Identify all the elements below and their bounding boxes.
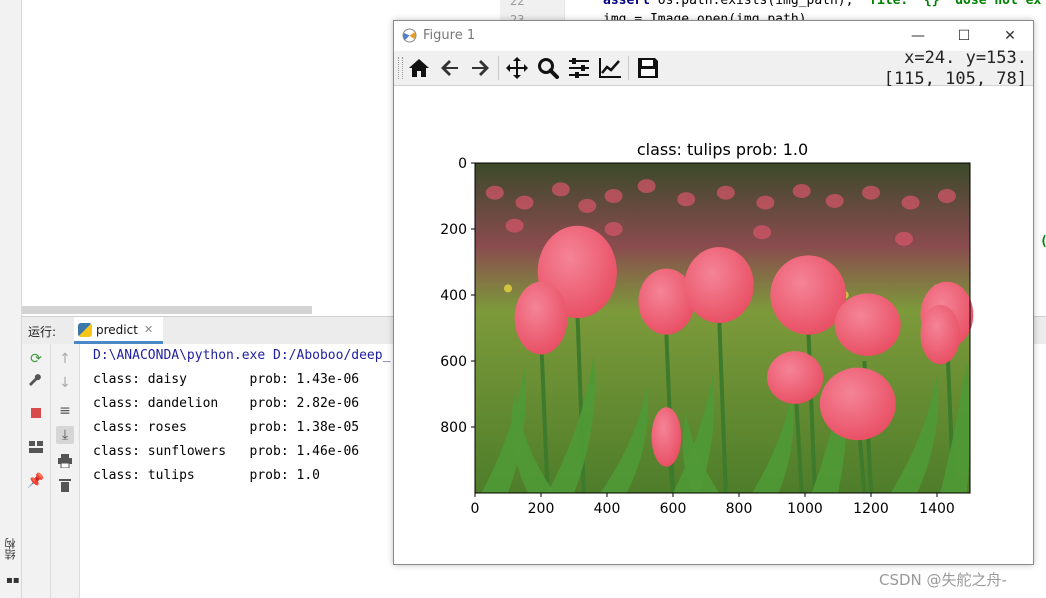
- code-line: assert os.path.exists(img_path), "file: …: [603, 0, 1041, 8]
- tulip-blossom: [514, 281, 568, 355]
- plot-title: class: tulips prob: 1.0: [637, 140, 808, 159]
- stop-icon[interactable]: [27, 406, 45, 424]
- background-blossom: [578, 198, 597, 213]
- background-blossom: [901, 195, 920, 210]
- toolbar-separator: [498, 56, 499, 80]
- close-button[interactable]: ✕: [987, 21, 1033, 51]
- close-tab-icon[interactable]: ✕: [144, 323, 153, 336]
- y-tick-label: 400: [440, 288, 467, 304]
- background-blossom: [862, 185, 880, 200]
- matplotlib-icon: [402, 28, 417, 43]
- tulip-blossom: [834, 293, 901, 357]
- background-blossom: [756, 195, 775, 210]
- coordinate-readout: x=24. y=153. [115, 105, 78]: [883, 48, 1027, 89]
- up-arrow-icon[interactable]: ↑: [56, 350, 74, 368]
- watermark: CSDN @失舵之舟-: [879, 571, 1007, 589]
- figure-toolbar: x=24. y=153. [115, 105, 78]: [394, 48, 1033, 89]
- rerun-icon[interactable]: ⟳: [27, 350, 45, 368]
- x-tick-label: 800: [726, 501, 753, 517]
- forward-icon[interactable]: [468, 56, 492, 80]
- background-blossom: [937, 189, 956, 203]
- code-text: os.path.exists(img_path),: [649, 0, 862, 8]
- run-toolbar-secondary: ↑ ↓ ≡ ⤓: [51, 344, 80, 598]
- zoom-icon[interactable]: [536, 56, 560, 80]
- editor-horizontal-scrollbar[interactable]: [22, 306, 312, 314]
- x-tick-label: 200: [528, 501, 555, 517]
- background-blossom: [753, 225, 772, 240]
- background-blossom: [895, 231, 913, 246]
- trash-icon[interactable]: [56, 478, 74, 496]
- code-string: "file: '{}' dose not ex: [861, 0, 1042, 8]
- edit-axes-icon[interactable]: [598, 56, 622, 80]
- console-command-line: D:\ANACONDA\python.exe D:/Aboboo/deep_: [93, 348, 391, 363]
- line-number: 22: [510, 0, 525, 8]
- background-blossom: [515, 195, 534, 210]
- run-tab-label: predict: [96, 323, 138, 337]
- background-blossom: [485, 185, 504, 200]
- back-icon[interactable]: [438, 56, 462, 80]
- python-icon: [78, 323, 92, 337]
- x-tick-label: 400: [594, 501, 621, 517]
- print-icon[interactable]: [56, 454, 74, 472]
- tulip-blossom: [651, 407, 682, 467]
- save-icon[interactable]: [636, 56, 660, 80]
- figure-canvas[interactable]: class: tulips prob: 1.0 0 200 400 600 800 1000…: [394, 86, 1033, 564]
- run-toolbar-primary: ⟳ 📌: [22, 344, 51, 598]
- run-tab-predict[interactable]: predict ✕: [74, 317, 164, 344]
- background-blossom: [637, 179, 656, 194]
- home-icon[interactable]: [407, 56, 431, 80]
- tulip-blossom: [767, 351, 824, 404]
- minimize-button[interactable]: —: [895, 21, 941, 51]
- code-keyword: assert: [603, 0, 650, 8]
- tulip-blossom: [684, 247, 754, 324]
- tulip-blossom: [920, 304, 961, 365]
- background-blossom: [604, 222, 623, 236]
- left-tool-strip: 结构 ▪▪: [0, 0, 22, 598]
- structure-tab[interactable]: 结构: [3, 538, 19, 560]
- maximize-button[interactable]: ☐: [941, 21, 987, 51]
- pan-icon[interactable]: [505, 56, 529, 80]
- y-tick-label: 800: [440, 420, 467, 436]
- console-result-line: class: tulips prob: 1.0: [93, 468, 320, 483]
- scroll-to-end-icon[interactable]: ⤓: [56, 426, 74, 444]
- background-blossom: [716, 185, 735, 200]
- wrench-icon[interactable]: [27, 374, 45, 392]
- yellow-flower: [504, 284, 512, 293]
- figure-title: Figure 1: [423, 28, 476, 43]
- structure-icon[interactable]: ▪▪: [6, 575, 20, 586]
- x-tick-label: 600: [660, 501, 687, 517]
- toolbar-grip[interactable]: [398, 57, 403, 79]
- console-result-line: class: sunflowers prob: 1.46e-06: [93, 444, 360, 459]
- background-blossom: [604, 189, 623, 203]
- figure-titlebar[interactable]: Figure 1 — ☐ ✕: [394, 21, 1033, 51]
- layout-icon[interactable]: [27, 440, 45, 458]
- toolbar-separator: [628, 56, 629, 80]
- figure-window: Figure 1 — ☐ ✕ x=24. y=153. [115, 105, 7…: [393, 20, 1034, 565]
- console-result-line: class: dandelion prob: 2.82e-06: [93, 396, 360, 411]
- y-tick-label: 0: [458, 156, 467, 172]
- code-fragment: (: [1040, 234, 1046, 249]
- run-label: 运行:: [28, 325, 57, 339]
- console-result-line: class: roses prob: 1.38e-05: [93, 420, 360, 435]
- y-tick-label: 600: [440, 354, 467, 370]
- console-result-line: class: daisy prob: 1.43e-06: [93, 372, 360, 387]
- background-blossom: [792, 184, 811, 199]
- x-tick-label: 0: [471, 501, 480, 517]
- background-blossom: [551, 182, 570, 197]
- x-tick-label: 1400: [919, 501, 955, 517]
- background-blossom: [677, 192, 696, 207]
- down-arrow-icon[interactable]: ↓: [56, 374, 74, 392]
- soft-wrap-icon[interactable]: ≡: [56, 402, 74, 420]
- tulip-blossom: [819, 367, 896, 441]
- pin-icon[interactable]: 📌: [27, 472, 45, 490]
- x-tick-label: 1200: [853, 501, 889, 517]
- configure-subplots-icon[interactable]: [567, 56, 591, 80]
- image-plot[interactable]: class: tulips prob: 1.0 0 200 400 600 800 1000…: [394, 86, 1033, 564]
- background-blossom: [825, 193, 844, 208]
- background-blossom: [505, 218, 524, 233]
- y-tick-label: 200: [440, 222, 467, 238]
- x-tick-label: 1000: [787, 501, 823, 517]
